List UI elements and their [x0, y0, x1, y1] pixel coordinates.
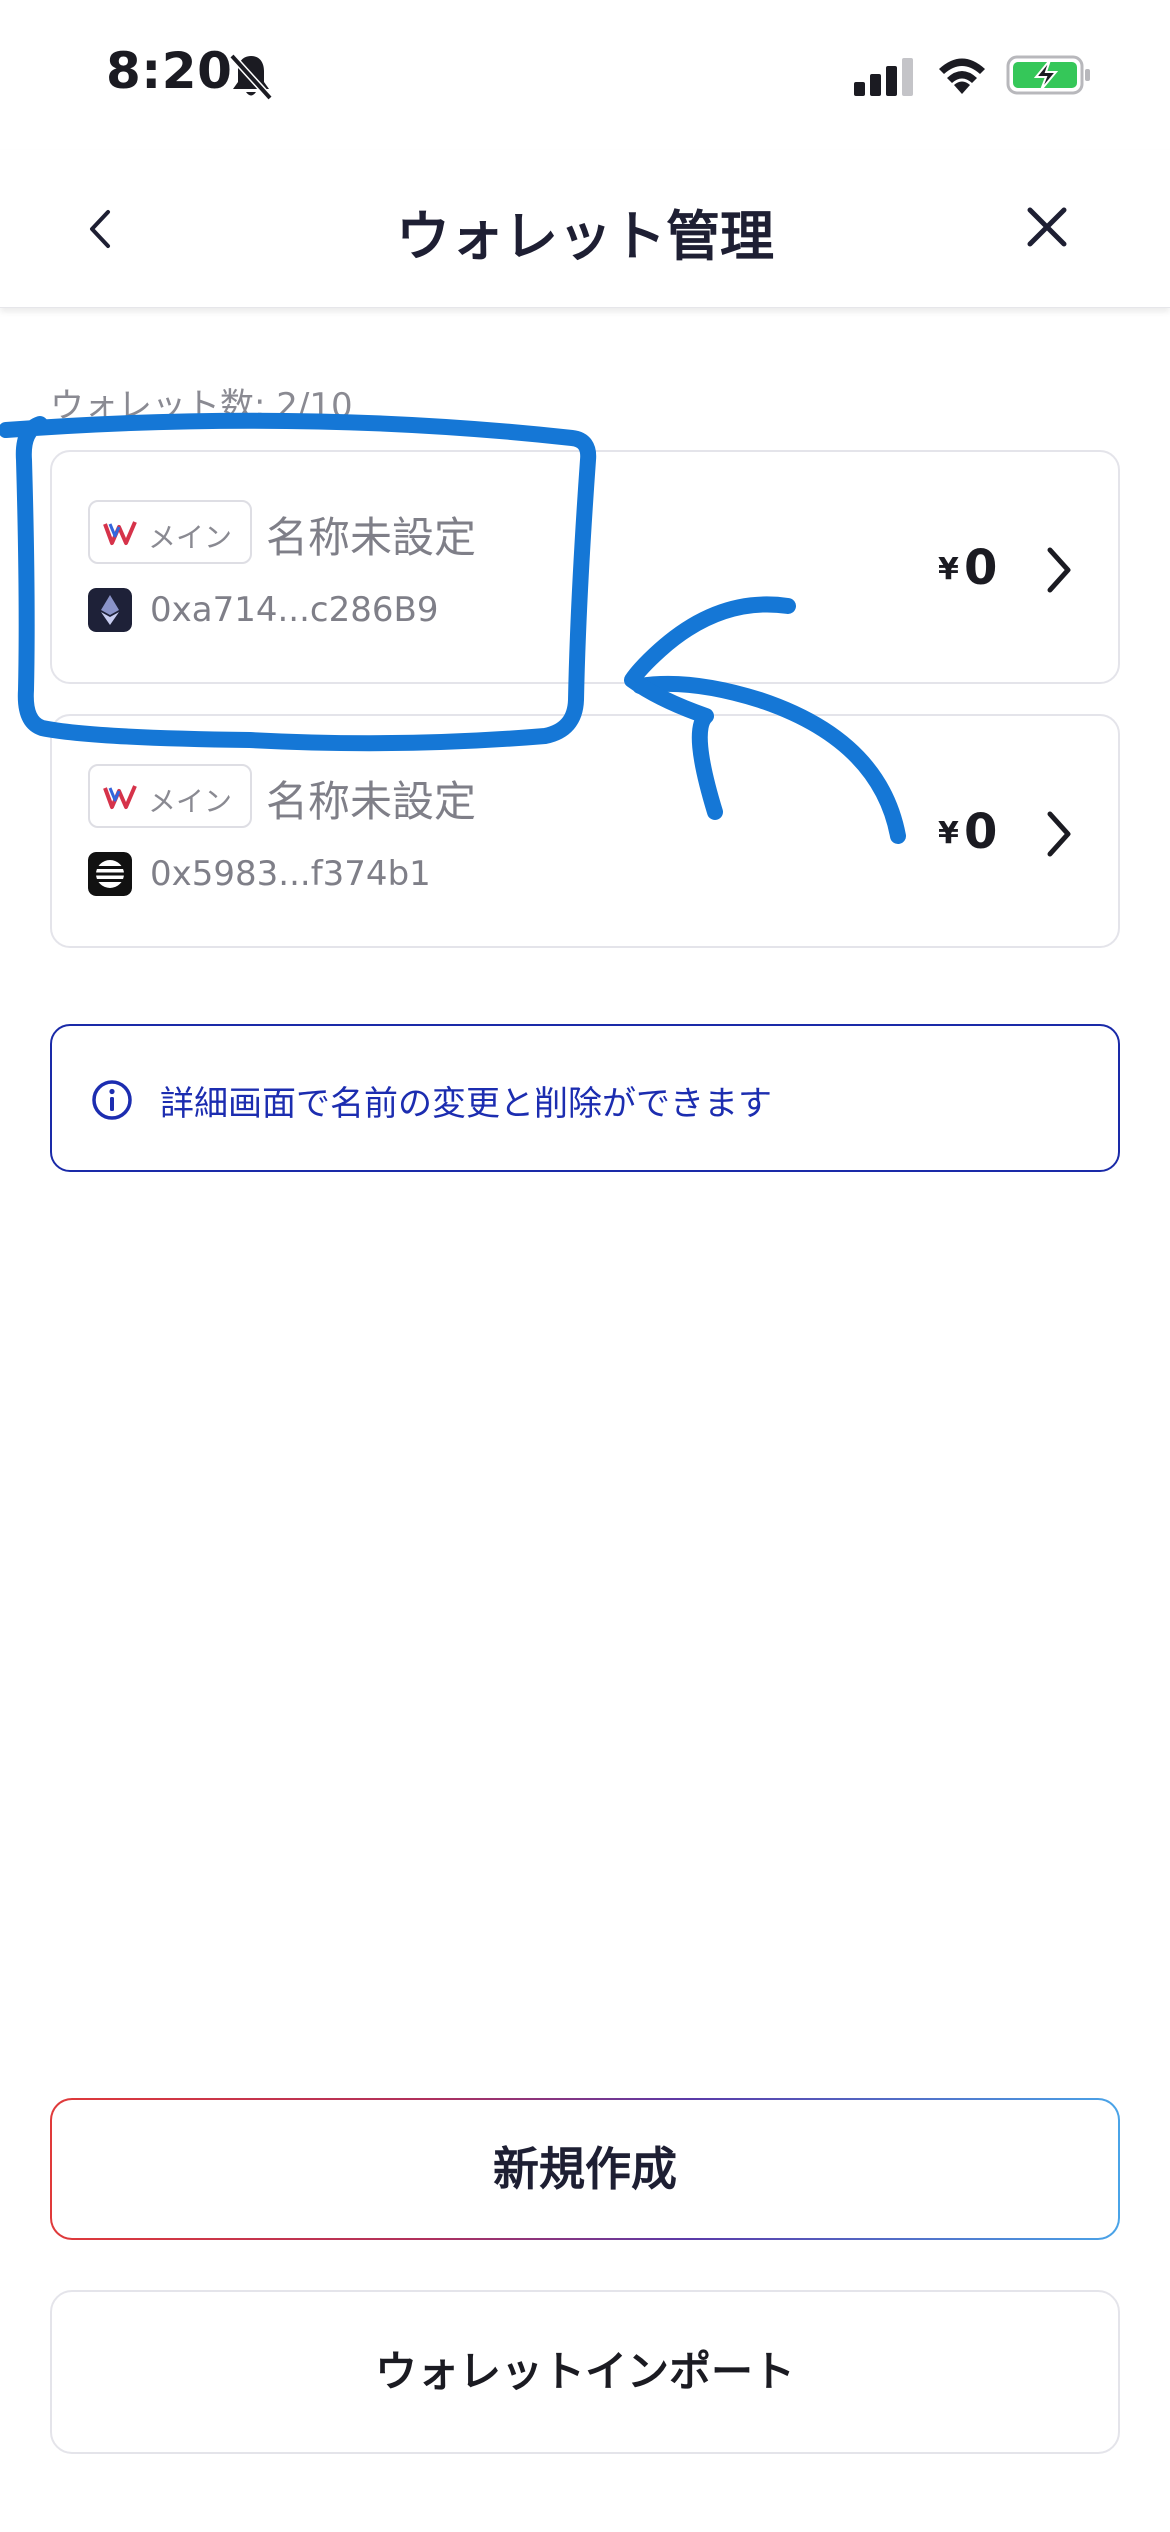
status-time: 8:20: [106, 42, 233, 100]
info-icon: [92, 1080, 132, 1120]
wallet-name: 名称未設定: [266, 777, 477, 826]
info-notice: 詳細画面で名前の変更と削除ができます: [50, 1024, 1120, 1172]
create-wallet-button[interactable]: 新規作成: [50, 2098, 1120, 2240]
wallet-management-screen: 8:20 ウォレット管理 ウォレット数: 2/10 メイン 名称未設定 0xa7…: [0, 0, 1170, 2532]
navigation-bar: ウォレット管理: [0, 150, 1170, 308]
battery-charging-icon: [1006, 55, 1090, 95]
wallet-count: ウォレット数: 2/10: [50, 386, 353, 426]
create-wallet-label: 新規作成: [52, 2100, 1118, 2238]
wallet-logo-icon: [103, 785, 137, 809]
wallet-logo-icon: [103, 521, 137, 545]
currency-symbol: ¥: [938, 552, 959, 587]
badge-label: メイン: [148, 521, 233, 554]
main-badge: メイン: [88, 764, 252, 828]
wallet-card[interactable]: メイン 名称未設定 0xa714...c286B9 ¥ 0: [50, 450, 1120, 684]
main-badge: メイン: [88, 500, 252, 564]
wallet-card[interactable]: メイン 名称未設定 0x5983...f374b1 ¥ 0: [50, 714, 1120, 948]
wallet-name: 名称未設定: [266, 513, 477, 562]
wallet-balance: 0: [964, 540, 998, 596]
wifi-icon: [939, 58, 985, 94]
wallet-address: 0xa714...c286B9: [150, 590, 439, 630]
status-bar: 8:20: [0, 0, 1170, 150]
close-icon[interactable]: [1016, 196, 1078, 258]
wallet-address: 0x5983...f374b1: [150, 854, 431, 894]
ethereum-icon: [88, 588, 132, 632]
info-text: 詳細画面で名前の変更と削除ができます: [160, 1084, 772, 1124]
chevron-right-icon: [1047, 811, 1071, 857]
bell-slash-icon: [229, 53, 273, 101]
cellular-signal-icon: [854, 58, 913, 96]
badge-label: メイン: [148, 785, 233, 818]
chain-logo-icon: [88, 852, 132, 896]
chevron-right-icon: [1047, 547, 1071, 593]
import-wallet-button[interactable]: ウォレットインポート: [50, 2290, 1120, 2454]
page-title: ウォレット管理: [396, 205, 774, 268]
currency-symbol: ¥: [938, 816, 959, 851]
wallet-balance: 0: [964, 804, 998, 860]
